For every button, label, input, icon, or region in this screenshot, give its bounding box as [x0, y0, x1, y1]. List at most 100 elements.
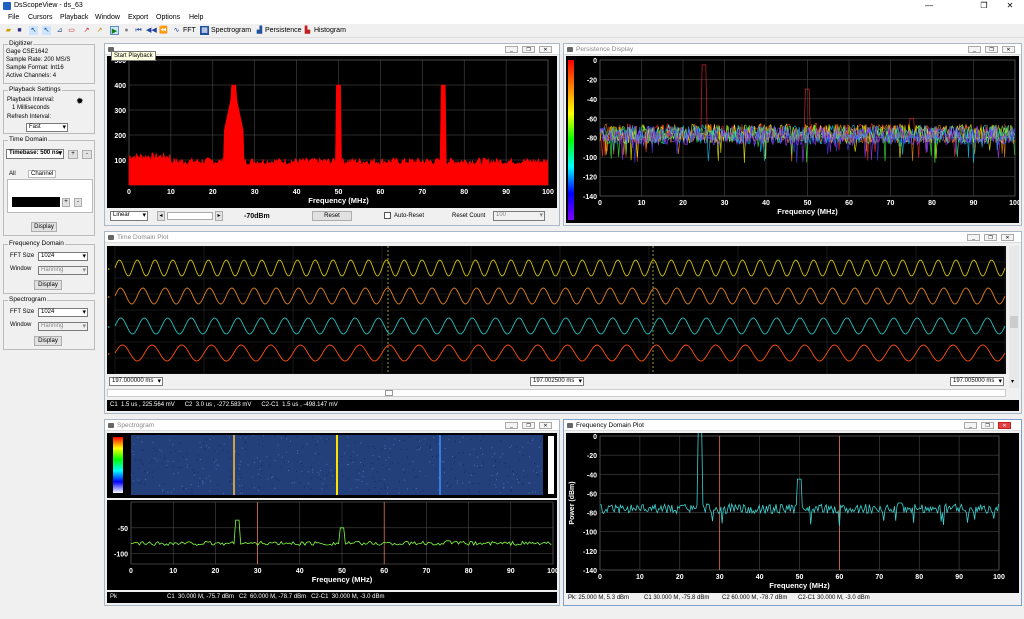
minimize-icon[interactable]: _ — [967, 234, 980, 241]
menu-playback[interactable]: Playback — [60, 14, 88, 21]
spectrogram-noise — [240, 476, 242, 478]
minimize-icon[interactable]: — — [917, 0, 941, 12]
spectrogram-icon[interactable]: ▦ — [200, 26, 209, 35]
fft-size-select[interactable]: 1024 — [38, 252, 88, 261]
spectrogram-noise — [529, 491, 531, 493]
level-slider[interactable] — [167, 212, 213, 220]
minimize-icon[interactable]: _ — [505, 422, 518, 429]
spectrogram-noise — [408, 435, 410, 437]
minimize-icon[interactable]: _ — [964, 422, 977, 429]
spectrogram-noise — [201, 480, 203, 482]
time-domain-plot[interactable]: ▸ ▸ ▸ ▸ — [107, 246, 1006, 374]
scroll-down-icon[interactable]: ▾ — [1011, 378, 1014, 385]
persistence-button[interactable]: Persistence — [265, 27, 302, 34]
menu-export[interactable]: Export — [128, 14, 148, 21]
measure-icon[interactable]: ⊿ — [55, 26, 64, 35]
spectrogram-button[interactable]: Spectrogram — [211, 27, 251, 34]
time-display-button[interactable]: Display — [31, 222, 57, 232]
spectrogram-noise — [392, 444, 394, 446]
slider-right-button[interactable]: ▸ — [215, 211, 223, 221]
close-icon[interactable]: ✕ — [1001, 234, 1014, 241]
close-icon[interactable]: ✕ — [998, 0, 1022, 12]
persistence-icon[interactable]: ▟ — [255, 26, 264, 35]
persistence-plot[interactable]: 0 10 20 30 40 50 60 70 80 90 100 0 -20 -40 -60 -80 -100 -… — [566, 56, 1019, 223]
timebase-increase-button[interactable]: + — [68, 150, 78, 159]
spectrogram-plot[interactable] — [107, 433, 557, 498]
slider-left-button[interactable]: ◂ — [157, 211, 165, 221]
spectrum-plot[interactable]: 0 10 20 30 40 50 60 70 80 90 100 -50 -100 Frequency (… — [107, 500, 557, 590]
spectrogram-noise — [275, 477, 277, 479]
menu-help[interactable]: Help — [189, 14, 203, 21]
record-icon[interactable]: ● — [122, 26, 131, 35]
fft-icon[interactable]: ∿ — [172, 26, 181, 35]
spectro-fft-size-select[interactable]: 1024 — [38, 308, 88, 317]
horizontal-scroll-thumb[interactable] — [385, 390, 393, 396]
menu-options[interactable]: Options — [156, 14, 180, 21]
skip-start-icon[interactable]: ⏮ — [134, 26, 143, 35]
window-select[interactable]: Hanning — [38, 266, 88, 275]
menu-window[interactable]: Window — [95, 14, 120, 21]
histogram-plot[interactable]: 0 10 20 30 40 50 60 70 80 90 100 100 200 300 400 500 Fre… — [107, 56, 557, 208]
restore-icon[interactable]: ❐ — [522, 46, 535, 53]
menu-cursors[interactable]: Cursors — [28, 14, 53, 21]
save-icon[interactable]: ■ — [15, 26, 24, 35]
spectrogram-noise — [386, 467, 388, 469]
menu-file[interactable]: File — [8, 14, 19, 21]
step-back-icon[interactable]: ◀◀ — [146, 26, 157, 35]
tab-all[interactable]: All — [9, 171, 16, 177]
close-icon[interactable]: ✕ — [539, 422, 552, 429]
play-icon[interactable]: ▶ — [110, 26, 119, 35]
fft-button[interactable]: FFT — [183, 27, 196, 34]
restore-icon[interactable]: ❐ — [985, 46, 998, 53]
gear-icon[interactable]: ✹ — [76, 96, 84, 107]
histogram-icon[interactable]: ▙ — [303, 26, 312, 35]
restore-icon[interactable]: ❐ — [522, 422, 535, 429]
minimize-icon[interactable]: _ — [968, 46, 981, 53]
spectrogram-noise — [443, 461, 445, 463]
rewind-icon[interactable]: ⏪ — [159, 26, 168, 35]
persistence-chart: 0 10 20 30 40 50 60 70 80 90 100 0 -20 -40 -60 -80 -100 -… — [568, 58, 1019, 220]
close-icon[interactable]: ✕ — [539, 46, 552, 53]
x-tick-label: 10 — [638, 200, 646, 207]
spectrogram-noise — [302, 465, 304, 467]
open-icon[interactable]: ▰ — [4, 26, 13, 35]
spectrogram-noise — [133, 454, 135, 456]
cursor-icon[interactable]: ↖ — [29, 26, 38, 35]
spectrogram-noise — [263, 435, 265, 437]
refresh-interval-select[interactable]: Fast — [26, 123, 68, 132]
restore-icon[interactable]: ❐ — [972, 0, 996, 12]
reset-count-input[interactable]: 100 — [493, 211, 545, 221]
timebase-decrease-button[interactable]: - — [82, 150, 92, 159]
chart-icon[interactable]: ↗ — [95, 26, 104, 35]
tab-channel[interactable]: Channel — [28, 170, 57, 178]
scrollbar-thumb[interactable] — [1010, 316, 1018, 328]
spectro-display-button[interactable]: Display — [34, 336, 62, 346]
restore-icon[interactable]: ❐ — [981, 422, 994, 429]
minimize-icon[interactable]: _ — [505, 46, 518, 53]
close-icon[interactable]: ✕ — [998, 422, 1011, 429]
vertical-scrollbar[interactable]: ▾ — [1009, 246, 1019, 388]
spectrogram-noise — [278, 479, 280, 481]
close-icon[interactable]: ✕ — [1002, 46, 1015, 53]
x-tick-label: 100 — [1009, 200, 1019, 207]
channel-add-button[interactable]: + — [62, 198, 70, 207]
zoom-box-icon[interactable]: ▭ — [67, 26, 76, 35]
spectrogram-noise — [511, 486, 513, 488]
channel-remove-button[interactable]: - — [74, 198, 82, 207]
histogram-button[interactable]: Histogram — [314, 27, 346, 34]
trace-icon[interactable]: ↗ — [82, 26, 91, 35]
time-domain-window: Time Domain Plot _ ❐ ✕ ▸ ▸ ▸ ▸ ▾ 197.000000… — [104, 231, 1022, 414]
frequency-plot[interactable]: 0 10 20 30 40 50 60 70 80 90 100 0 -20 -40 -60 -80 -100 -… — [566, 433, 1019, 593]
timebase-select[interactable]: Timebase: 500 ns — [6, 149, 64, 159]
auto-reset-checkbox[interactable] — [384, 212, 391, 219]
scale-select[interactable]: Linear — [110, 211, 148, 221]
reset-button[interactable]: Reset — [312, 211, 352, 221]
spectro-window-select[interactable]: Hanning — [38, 322, 88, 331]
freq-display-button[interactable]: Display — [34, 280, 62, 290]
dual-cursor-icon[interactable]: ↖ — [42, 26, 51, 35]
channel-color-swatch[interactable] — [12, 197, 60, 207]
frequency-domain-group: Frequency Domain FFT Size 1024 Window Ha… — [3, 240, 95, 294]
restore-icon[interactable]: ❐ — [984, 234, 997, 241]
y-axis-label: Power (dBm) — [569, 481, 576, 524]
horizontal-scrollbar[interactable] — [107, 389, 1006, 397]
